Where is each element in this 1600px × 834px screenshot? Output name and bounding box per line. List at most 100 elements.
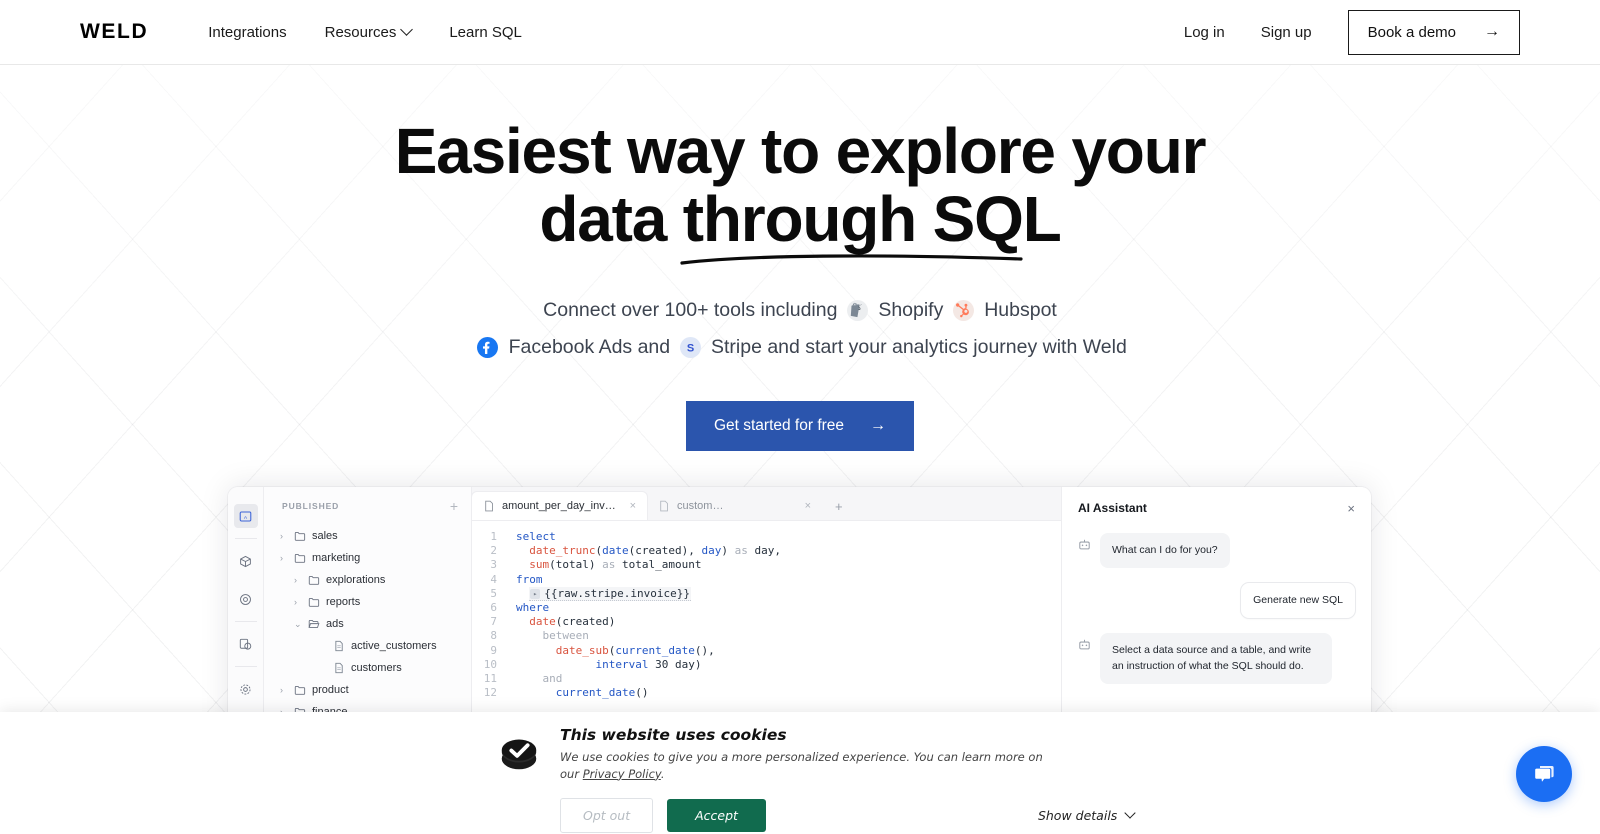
rail-item-settings[interactable] bbox=[234, 677, 258, 701]
book-a-demo-button[interactable]: Book a demo → bbox=[1347, 9, 1520, 55]
ai-message-bubble: What can I do for you? bbox=[1100, 533, 1230, 568]
rail-item-models[interactable] bbox=[234, 549, 258, 573]
show-details-toggle[interactable]: Show details bbox=[1038, 807, 1136, 823]
nav-item-resources[interactable]: Resources bbox=[324, 22, 414, 41]
page-title: Easiest way to explore your data through… bbox=[370, 115, 1230, 265]
hero-subtitle: Connect over 100+ tools including Shopif… bbox=[470, 292, 1130, 367]
ai-message-bot: What can I do for you? bbox=[1078, 533, 1355, 568]
code-token: where bbox=[516, 601, 550, 615]
tree-node-sales[interactable]: › sales bbox=[264, 525, 471, 547]
cookie-text-after: . bbox=[660, 766, 665, 781]
file-icon bbox=[335, 662, 343, 674]
code-token: (created) bbox=[555, 615, 616, 629]
ai-message-bubble: Generate new SQL bbox=[1241, 582, 1355, 618]
close-icon[interactable]: × bbox=[1347, 502, 1355, 515]
hero-section: Easiest way to explore your data through… bbox=[0, 65, 1600, 451]
weld-logo[interactable]: WELD bbox=[80, 20, 148, 44]
code-text: sum(total) as total_amount bbox=[506, 558, 701, 572]
code-text: date_sub(current_date(), bbox=[506, 644, 715, 658]
sources-copy-icon bbox=[239, 638, 252, 650]
opt-out-button[interactable]: Opt out bbox=[560, 798, 654, 834]
code-line: 11 and bbox=[472, 672, 1061, 686]
hubspot-icon bbox=[952, 299, 974, 321]
table-reference-token[interactable]: ▸ {{raw.stripe.invoice}} bbox=[529, 586, 691, 601]
ai-message-list: What can I do for you? Generate new SQL Se… bbox=[1078, 533, 1355, 685]
rail-item-editor[interactable]: A bbox=[233, 504, 258, 528]
cookie-consent-banner: This website uses cookies We use cookies… bbox=[0, 712, 1600, 834]
header-actions: Log in Sign up Book a demo → bbox=[1184, 9, 1520, 55]
code-text: current_date() bbox=[506, 686, 649, 700]
line-number: 3 bbox=[490, 558, 497, 572]
nav-item-integrations[interactable]: Integrations bbox=[208, 24, 286, 41]
code-line: 9 date_sub(current_date(), bbox=[472, 644, 1061, 658]
nav-label: Learn SQL bbox=[449, 23, 522, 41]
signup-link[interactable]: Sign up bbox=[1261, 24, 1312, 41]
tree-node-customers[interactable]: customers bbox=[264, 657, 471, 679]
code-text: interval 30 day) bbox=[506, 658, 701, 672]
cookie-description: We use cookies to give you a more person… bbox=[560, 749, 1060, 782]
chevron-right-icon: › bbox=[280, 553, 283, 563]
editor-tab[interactable]: amount_per_day_invoic... × bbox=[472, 492, 647, 520]
file-tree-title: PUBLISHED bbox=[282, 501, 340, 511]
tree-node-label: active_customers bbox=[351, 640, 437, 652]
chat-widget-button[interactable] bbox=[1516, 746, 1572, 802]
login-link[interactable]: Log in bbox=[1184, 24, 1225, 41]
rail-item-sources[interactable] bbox=[234, 632, 258, 656]
tree-node-product[interactable]: › product bbox=[264, 679, 471, 701]
code-line: 12 current_date() bbox=[472, 686, 1061, 700]
editor-icon: A bbox=[239, 511, 252, 521]
demo-label: Book a demo bbox=[1367, 23, 1456, 41]
get-started-button[interactable]: Get started for free → bbox=[685, 400, 915, 451]
code-token: (), bbox=[694, 643, 715, 657]
line-number: 4 bbox=[490, 572, 497, 586]
line-number: 1 bbox=[490, 530, 497, 543]
code-line: 2 date_trunc(date(created), day) as day, bbox=[472, 544, 1061, 558]
privacy-policy-link[interactable]: Privacy Policy bbox=[583, 767, 661, 781]
chevron-down-icon bbox=[400, 22, 414, 36]
settings-gear-icon bbox=[240, 683, 251, 695]
ai-message-bot: Select a data source and a table, and wr… bbox=[1078, 632, 1355, 685]
code-text: ▸ {{raw.stripe.invoice}} bbox=[506, 586, 691, 601]
line-number: 12 bbox=[483, 686, 497, 700]
add-file-button[interactable]: + bbox=[450, 499, 458, 513]
editor-tab[interactable]: customers × bbox=[647, 492, 822, 520]
file-icon bbox=[485, 500, 493, 512]
tree-node-reports[interactable]: › reports bbox=[264, 591, 471, 613]
code-token: select bbox=[516, 530, 556, 543]
code-text: between bbox=[506, 629, 589, 643]
robot-icon bbox=[1079, 539, 1090, 550]
chevron-down-icon bbox=[1124, 807, 1136, 819]
tree-node-explorations[interactable]: › explorations bbox=[264, 569, 471, 591]
rail-item-orchestration[interactable] bbox=[234, 587, 258, 611]
code-token: 30 day) bbox=[648, 657, 702, 671]
headline-underlined-text: through SQL bbox=[682, 183, 1062, 256]
nav-item-learn-sql[interactable]: Learn SQL bbox=[449, 24, 522, 41]
headline-line-1: Easiest way to explore your bbox=[394, 115, 1207, 187]
code-token: date bbox=[602, 544, 629, 558]
nav-label: Resources bbox=[324, 23, 397, 41]
line-number: 7 bbox=[490, 615, 497, 629]
code-token: from bbox=[516, 572, 543, 586]
line-number: 9 bbox=[490, 643, 497, 657]
code-token: as bbox=[734, 544, 748, 558]
tree-node-ads[interactable]: ⌄ ads bbox=[264, 613, 471, 635]
code-token: total_amount bbox=[615, 558, 702, 572]
close-icon[interactable]: × bbox=[805, 500, 811, 512]
accept-cookies-button[interactable]: Accept bbox=[667, 799, 766, 833]
new-tab-button[interactable]: + bbox=[822, 492, 856, 520]
code-token: current_date bbox=[615, 643, 695, 657]
code-line: 5 ▸ {{raw.stripe.invoice}} bbox=[472, 586, 1061, 601]
file-icon bbox=[335, 640, 343, 652]
subtitle-tool-shopify: Shopify bbox=[878, 298, 944, 321]
tree-node-marketing[interactable]: › marketing bbox=[264, 547, 471, 569]
tree-node-label: explorations bbox=[326, 574, 386, 586]
tree-node-active_customers[interactable]: active_customers bbox=[264, 635, 471, 657]
ai-assistant-title: AI Assistant bbox=[1078, 501, 1147, 515]
line-number: 11 bbox=[483, 672, 497, 686]
close-icon[interactable]: × bbox=[630, 500, 636, 512]
tree-node-label: reports bbox=[326, 596, 361, 608]
